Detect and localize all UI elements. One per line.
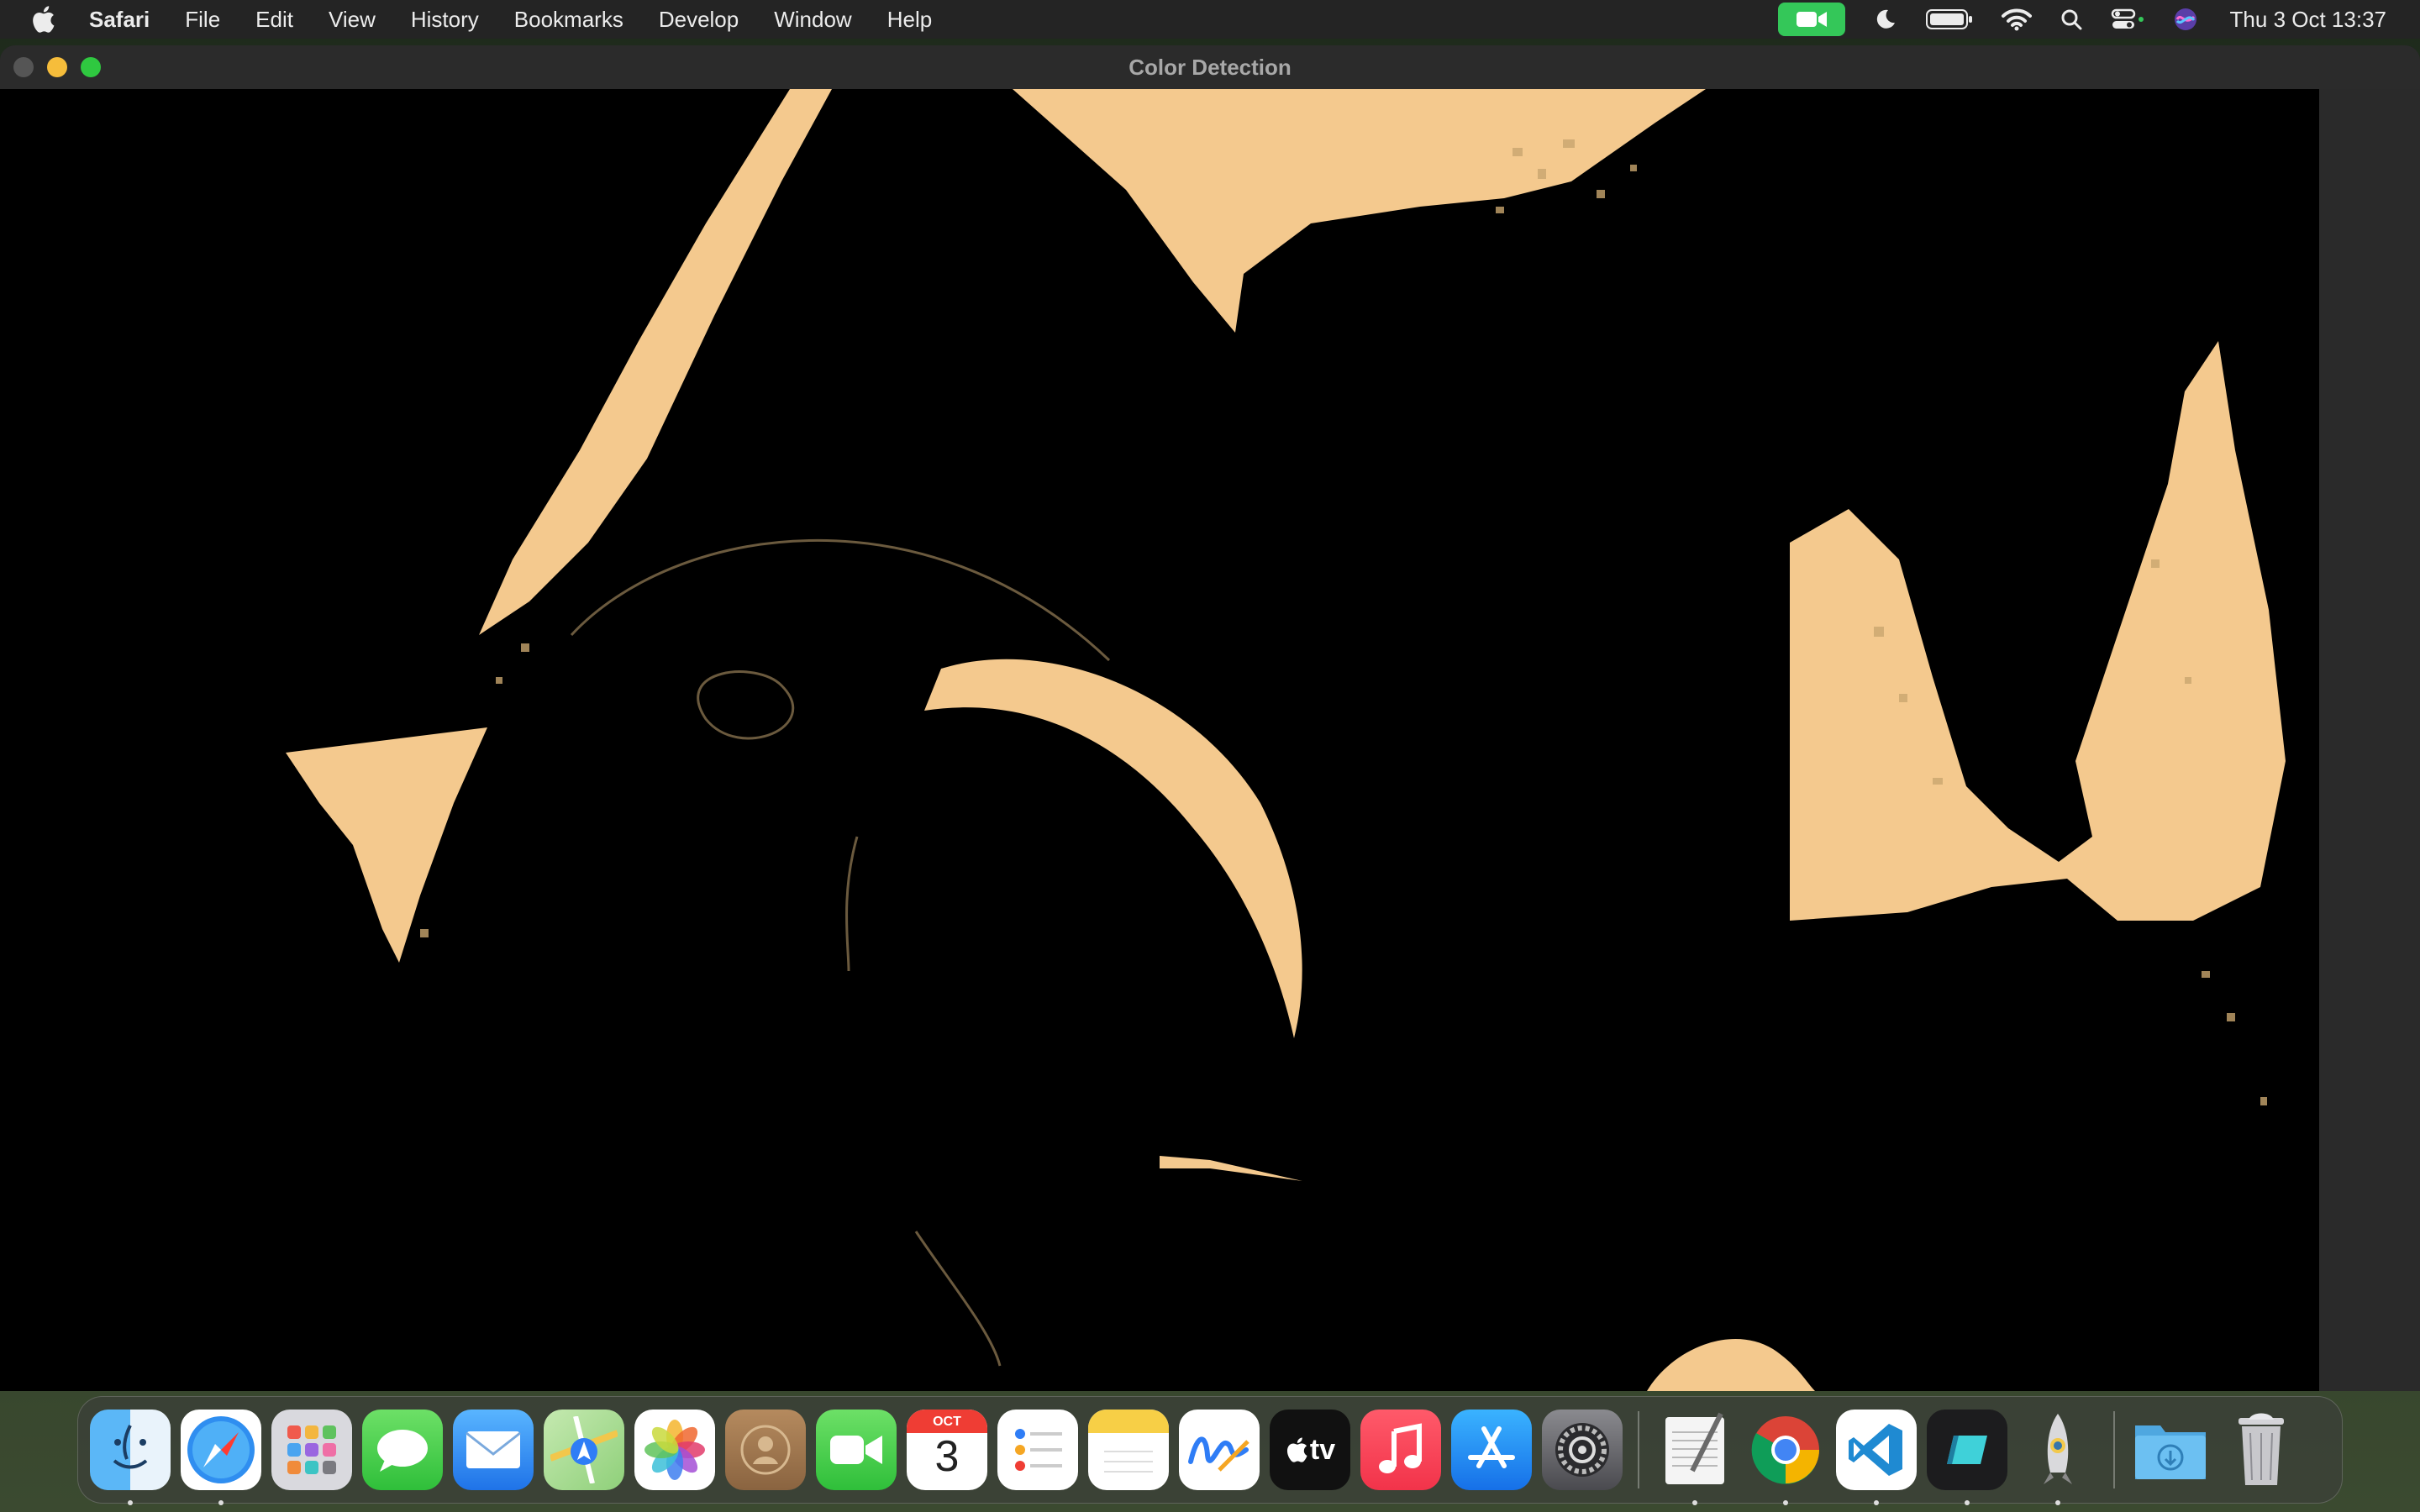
moon-icon[interactable] xyxy=(1874,8,1897,31)
dock-chrome-icon[interactable] xyxy=(1745,1410,1826,1505)
clock[interactable]: Thu 3 Oct 13:37 xyxy=(2230,7,2386,33)
siri-icon[interactable] xyxy=(2173,7,2198,32)
dock-launchpad-icon[interactable] xyxy=(271,1410,352,1490)
status-area: Thu 3 Oct 13:37 xyxy=(1777,0,2386,39)
dock-settings-icon[interactable] xyxy=(1542,1410,1623,1490)
dock-mail-icon[interactable] xyxy=(453,1410,534,1490)
control-center-icon[interactable] xyxy=(2111,8,2144,31)
dock-separator-2 xyxy=(2113,1411,2115,1488)
app-window: Color Detection xyxy=(0,45,2420,1391)
dock-downloads-folder-icon[interactable] xyxy=(2130,1410,2211,1490)
battery-icon[interactable] xyxy=(1925,8,1973,30)
dock-reminders-icon[interactable] xyxy=(997,1410,1078,1490)
window-titlebar[interactable]: Color Detection xyxy=(0,45,2420,90)
dock-contacts-icon[interactable] xyxy=(725,1410,806,1490)
menu-history[interactable]: History xyxy=(411,7,479,33)
search-icon[interactable] xyxy=(2060,8,2082,30)
dock-cursor-app-icon[interactable] xyxy=(1927,1410,2007,1505)
menu-help[interactable]: Help xyxy=(887,7,932,33)
dock-app-store-icon[interactable] xyxy=(1451,1410,1532,1490)
dock-photos-icon[interactable] xyxy=(634,1410,715,1490)
calendar-month: OCT xyxy=(933,1415,961,1429)
menu-window[interactable]: Window xyxy=(774,7,851,33)
apple-tv-label: tv xyxy=(1309,1433,1336,1466)
dock-messages-icon[interactable] xyxy=(362,1410,443,1490)
dock-music-icon[interactable] xyxy=(1360,1410,1441,1490)
dock-python-rocket-icon[interactable] xyxy=(2018,1410,2098,1505)
menu-view[interactable]: View xyxy=(329,7,376,33)
dock-trash-icon[interactable] xyxy=(2221,1410,2302,1490)
dock: OCT 3 tv xyxy=(77,1396,2343,1505)
dock-facetime-icon[interactable] xyxy=(816,1410,897,1490)
wifi-icon[interactable] xyxy=(2001,8,2032,31)
menu-bookmarks[interactable]: Bookmarks xyxy=(514,7,623,33)
menu-file[interactable]: File xyxy=(185,7,220,33)
dock-maps-icon[interactable] xyxy=(544,1410,624,1490)
menu-app-name[interactable]: Safari xyxy=(89,7,150,33)
dock-vscode-icon[interactable] xyxy=(1836,1410,1917,1505)
dock-calendar-icon[interactable]: OCT 3 xyxy=(907,1410,987,1490)
dock-textedit-icon[interactable] xyxy=(1655,1410,1735,1505)
apple-logo-icon[interactable] xyxy=(30,5,64,34)
dock-finder-icon[interactable] xyxy=(90,1410,171,1505)
dock-separator xyxy=(1638,1411,1639,1488)
dock-apple-tv-icon[interactable]: tv xyxy=(1270,1410,1350,1490)
dock-notes-icon[interactable] xyxy=(1088,1410,1169,1490)
dock-freeform-icon[interactable] xyxy=(1179,1410,1260,1490)
color-detection-canvas xyxy=(0,89,2319,1391)
menu-edit[interactable]: Edit xyxy=(255,7,293,33)
window-side-pane xyxy=(2319,89,2420,1391)
menu-develop[interactable]: Develop xyxy=(659,7,739,33)
window-title: Color Detection xyxy=(1128,55,1292,80)
dock-safari-icon[interactable] xyxy=(181,1410,261,1505)
color-mask-image xyxy=(0,89,2319,1391)
facetime-camera-icon[interactable] xyxy=(1777,3,1845,36)
calendar-day: 3 xyxy=(934,1432,960,1481)
menu-bar: Safari File Edit View History Bookmarks … xyxy=(0,0,2420,39)
